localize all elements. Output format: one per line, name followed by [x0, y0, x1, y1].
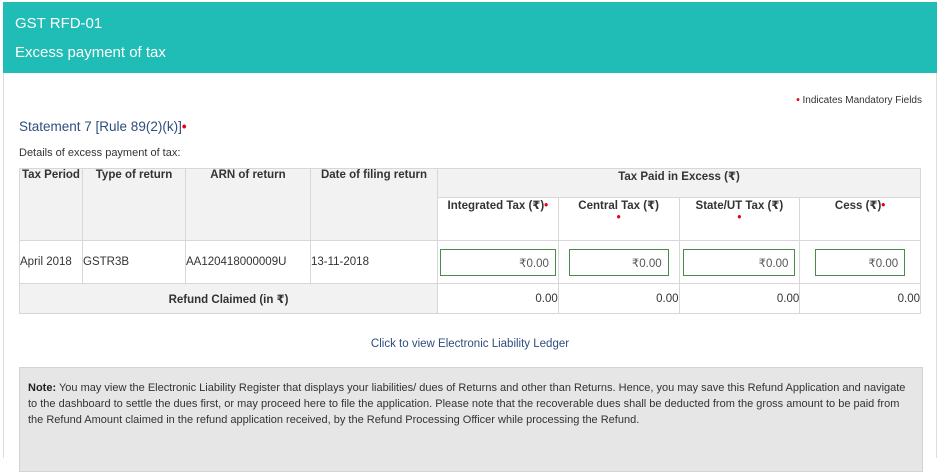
mandatory-fields-legend: • Indicates Mandatory Fields	[796, 95, 922, 106]
details-label: Details of excess payment of tax:	[19, 147, 181, 159]
mandatory-dot-icon: •	[796, 95, 800, 106]
cell-type-of-return: GSTR3B	[82, 240, 186, 284]
header-state-ut-tax: State/UT Tax (₹) •	[678, 197, 801, 241]
view-liability-ledger-link[interactable]: Click to view Electronic Liability Ledge…	[0, 338, 940, 350]
refund-integrated-value: 0.00	[437, 283, 559, 314]
refund-claimed-row: Refund Claimed (in ₹) 0.00 0.00 0.00 0.0…	[19, 283, 921, 314]
cess-input[interactable]: ₹0.00	[815, 248, 906, 276]
form-title: Excess payment of tax	[15, 44, 166, 61]
cell-tax-period: April 2018	[19, 240, 83, 284]
excess-payment-table: Tax Period Type of return ARN of return …	[19, 168, 921, 314]
refund-state-value: 0.00	[678, 283, 801, 314]
mandatory-dot-icon: •	[544, 200, 549, 212]
header-cess: Cess (₹)•	[799, 197, 921, 241]
note-box: Note: You may view the Electronic Liabil…	[19, 367, 923, 472]
refund-central-value: 0.00	[557, 283, 680, 314]
statement-title: Statement 7 [Rule 89(2)(k)]•	[19, 119, 187, 134]
header-arn: ARN of return	[185, 168, 311, 241]
form-header: GST RFD-01 Excess payment of tax	[3, 2, 937, 73]
note-text: You may view the Electronic Liability Re…	[28, 382, 906, 426]
header-type-of-return: Type of return	[82, 168, 186, 241]
header-central-tax: Central Tax (₹) •	[557, 197, 680, 241]
mandatory-dot-icon: •	[881, 200, 886, 212]
mandatory-note: Indicates Mandatory Fields	[802, 95, 922, 106]
cell-date-of-filing: 13-11-2018	[310, 240, 438, 284]
refund-claimed-label: Refund Claimed (in ₹)	[19, 283, 438, 314]
header-tax-paid-in-excess: Tax Paid in Excess (₹)	[437, 168, 921, 198]
mandatory-dot-icon: •	[737, 212, 742, 224]
form-id: GST RFD-01	[15, 15, 103, 32]
mandatory-dot-icon: •	[181, 119, 187, 134]
central-tax-input[interactable]: ₹0.00	[568, 248, 669, 276]
integrated-tax-input[interactable]: ₹0.00	[439, 248, 556, 276]
cell-arn: AA120418000009U	[185, 240, 311, 284]
statement-title-text: Statement 7 [Rule 89(2)(k)]	[19, 119, 182, 134]
table-row: April 2018 GSTR3B AA120418000009U 13-11-…	[19, 240, 921, 284]
header-date-of-filing: Date of filing return	[310, 168, 438, 241]
header-tax-period: Tax Period	[19, 168, 83, 241]
state-ut-tax-input[interactable]: ₹0.00	[683, 248, 796, 276]
note-label: Note:	[28, 382, 57, 394]
header-integrated-tax: Integrated Tax (₹)•	[437, 197, 559, 241]
refund-cess-value: 0.00	[799, 283, 921, 314]
mandatory-dot-icon: •	[616, 212, 621, 224]
